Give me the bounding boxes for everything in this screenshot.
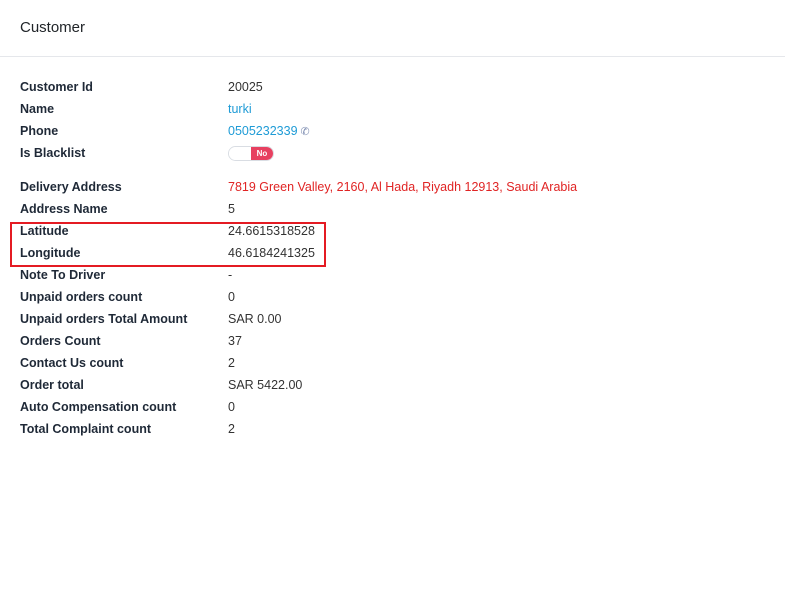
latitude-value: 24.6615318528 <box>228 224 315 238</box>
address-name-value: 5 <box>228 202 235 216</box>
row-delivery-address: Delivery Address 7819 Green Valley, 2160… <box>20 176 765 198</box>
row-unpaid-orders-count: Unpaid orders count 0 <box>20 286 765 308</box>
order-total-value: SAR 5422.00 <box>228 378 303 392</box>
is-blacklist-value: No <box>228 142 274 164</box>
delivery-address-value[interactable]: 7819 Green Valley, 2160, Al Hada, Riyadh… <box>228 176 577 198</box>
phone-link[interactable]: 0505232339 <box>228 124 298 138</box>
page-header: Customer <box>0 0 785 57</box>
row-latitude: Latitude 24.6615318528 <box>20 220 765 242</box>
auto-compensation-count-value: 0 <box>228 400 235 414</box>
orders-count-label: Orders Count <box>20 334 101 348</box>
row-order-total: Order total SAR 5422.00 <box>20 374 765 396</box>
longitude-label: Longitude <box>20 246 81 260</box>
orders-count-value: 37 <box>228 334 242 348</box>
name-link[interactable]: turki <box>228 98 252 120</box>
auto-compensation-count-label: Auto Compensation count <box>20 400 177 414</box>
customer-details: Customer Id 20025 Name turki Phone 05052… <box>20 76 765 440</box>
latitude-label: Latitude <box>20 224 69 238</box>
row-contact-us-count: Contact Us count 2 <box>20 352 765 374</box>
toggle-knob <box>229 147 251 160</box>
unpaid-orders-total-value: SAR 0.00 <box>228 312 282 326</box>
is-blacklist-label: Is Blacklist <box>20 146 86 160</box>
note-to-driver-label: Note To Driver <box>20 268 106 282</box>
toggle-state-text: No <box>251 147 273 160</box>
row-total-complaint-count: Total Complaint count 2 <box>20 418 765 440</box>
phone-value-wrap: 0505232339 ✆ <box>228 120 310 143</box>
total-complaint-count-value: 2 <box>228 422 235 436</box>
page-title: Customer <box>20 19 86 36</box>
contact-us-count-label: Contact Us count <box>20 356 124 370</box>
row-phone: Phone 0505232339 ✆ <box>20 120 765 142</box>
contact-us-count-value: 2 <box>228 356 235 370</box>
row-orders-count: Orders Count 37 <box>20 330 765 352</box>
total-complaint-count-label: Total Complaint count <box>20 422 152 436</box>
row-auto-compensation-count: Auto Compensation count 0 <box>20 396 765 418</box>
blacklist-toggle[interactable]: No <box>228 146 274 161</box>
row-longitude: Longitude 46.6184241325 <box>20 242 765 264</box>
address-name-label: Address Name <box>20 202 108 216</box>
delivery-address-label: Delivery Address <box>20 180 122 194</box>
customer-id-label: Customer Id <box>20 80 93 94</box>
row-is-blacklist: Is Blacklist No <box>20 142 765 164</box>
phone-label: Phone <box>20 124 59 138</box>
unpaid-orders-count-label: Unpaid orders count <box>20 290 143 304</box>
row-unpaid-orders-total: Unpaid orders Total Amount SAR 0.00 <box>20 308 765 330</box>
row-address-name: Address Name 5 <box>20 198 765 220</box>
phone-icon[interactable]: ✆ <box>301 121 310 143</box>
order-total-label: Order total <box>20 378 84 392</box>
row-note-to-driver: Note To Driver - <box>20 264 765 286</box>
row-name: Name turki <box>20 98 765 120</box>
customer-id-value: 20025 <box>228 80 263 94</box>
unpaid-orders-count-value: 0 <box>228 290 235 304</box>
longitude-value: 46.6184241325 <box>228 246 315 260</box>
row-customer-id: Customer Id 20025 <box>20 76 765 98</box>
unpaid-orders-total-label: Unpaid orders Total Amount <box>20 312 188 326</box>
note-to-driver-value: - <box>228 268 233 282</box>
name-label: Name <box>20 102 55 116</box>
